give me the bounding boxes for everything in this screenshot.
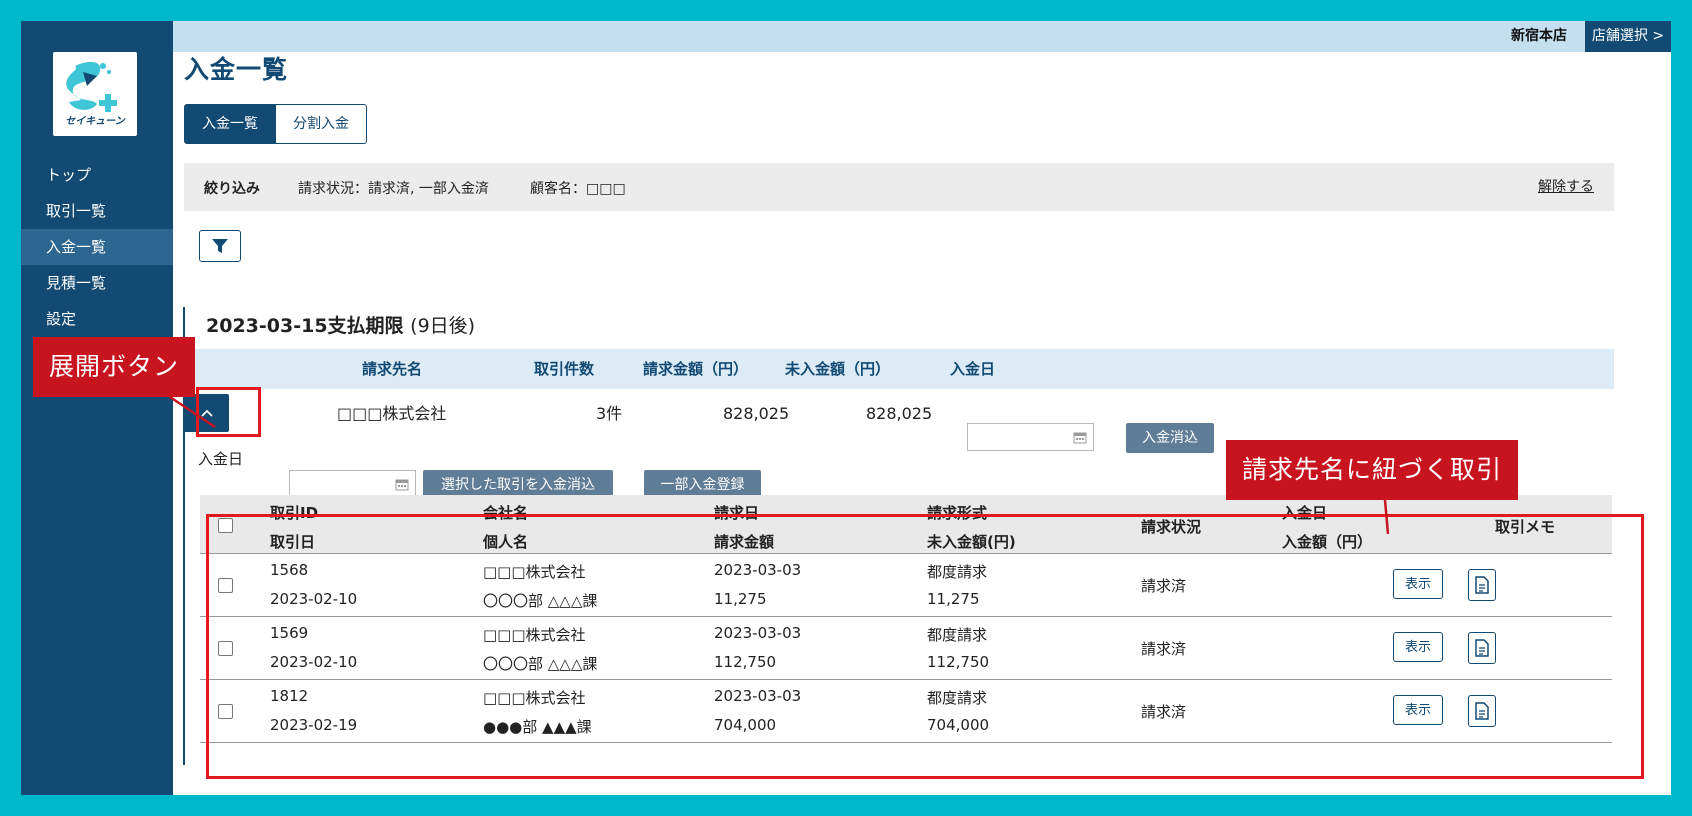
sidebar-item-payments[interactable]: 入金一覧	[21, 229, 173, 265]
store-select-button[interactable]: 店舗選択 >	[1585, 21, 1671, 52]
due-days-remaining: (9日後)	[410, 315, 476, 337]
sidebar-item-top[interactable]: トップ	[21, 157, 173, 193]
filter-condition-customer: 顧客名：□□□	[530, 181, 626, 197]
due-group-title: 2023-03-15支払期限 (9日後)	[206, 311, 475, 338]
filter-condition-status: 請求状況：請求済, 一部入金済	[298, 181, 489, 197]
col-header-unpaid: 未入金額（円）	[785, 360, 891, 378]
page-title: 入金一覧	[184, 55, 289, 84]
filter-button[interactable]	[199, 230, 241, 262]
sidebar-item-transactions[interactable]: 取引一覧	[21, 193, 173, 229]
due-date-label: 2023-03-15支払期限	[206, 315, 404, 337]
sidebar: セイキューン トップ 取引一覧 入金一覧 見積一覧 設定	[21, 21, 173, 795]
summary-count: 3件	[596, 404, 623, 423]
bulk-pay-date-label: 入金日	[198, 450, 244, 468]
summary-customer: □□□株式会社	[337, 404, 447, 423]
filter-label: 絞り込み	[204, 181, 260, 197]
top-bar: 新宿本店 店舗選択 >	[173, 21, 1671, 52]
expand-highlight-box	[196, 387, 261, 437]
logo-text: セイキューン	[65, 116, 125, 127]
page-tabs: 入金一覧 分割入金	[184, 104, 367, 144]
summary-unpaid: 828,025	[866, 404, 933, 423]
tab-payment-list[interactable]: 入金一覧	[184, 104, 276, 144]
col-header-customer: 請求先名	[362, 360, 423, 378]
summary-amount: 828,025	[723, 404, 790, 423]
app-logo[interactable]: セイキューン	[53, 52, 137, 136]
col-header-count: 取引件数	[534, 360, 595, 378]
linked-transactions-callout: 請求先名に紐づく取引	[1226, 440, 1519, 500]
col-header-pay-date: 入金日	[950, 360, 996, 378]
summary-pay-date-input[interactable]	[967, 423, 1094, 451]
calendar-icon	[395, 479, 409, 491]
sidebar-item-estimates[interactable]: 見積一覧	[21, 265, 173, 301]
calendar-icon	[1073, 432, 1087, 444]
funnel-icon	[212, 239, 228, 253]
filter-summary-bar: 絞り込み 請求状況：請求済, 一部入金済 顧客名：□□□ 解除する	[184, 163, 1614, 211]
sidebar-nav: トップ 取引一覧 入金一覧 見積一覧 設定	[21, 157, 173, 337]
summary-header-row: 請求先名 取引件数 請求金額（円） 未入金額（円） 入金日	[190, 349, 1614, 389]
tab-split-payment[interactable]: 分割入金	[276, 104, 367, 144]
expand-callout: 展開ボタン	[33, 337, 196, 397]
summary-row: □□□株式会社 3件 828,025 828,025	[190, 394, 1614, 434]
sidebar-item-settings[interactable]: 設定	[21, 301, 173, 337]
col-header-amount: 請求金額（円）	[643, 360, 749, 378]
bulk-pay-date-input[interactable]	[289, 470, 416, 498]
clear-payment-button[interactable]: 入金消込	[1126, 423, 1214, 453]
clear-filter-link[interactable]: 解除する	[1538, 176, 1594, 196]
linked-transactions-highlight-box	[206, 514, 1644, 779]
store-name: 新宿本店	[1511, 28, 1567, 44]
